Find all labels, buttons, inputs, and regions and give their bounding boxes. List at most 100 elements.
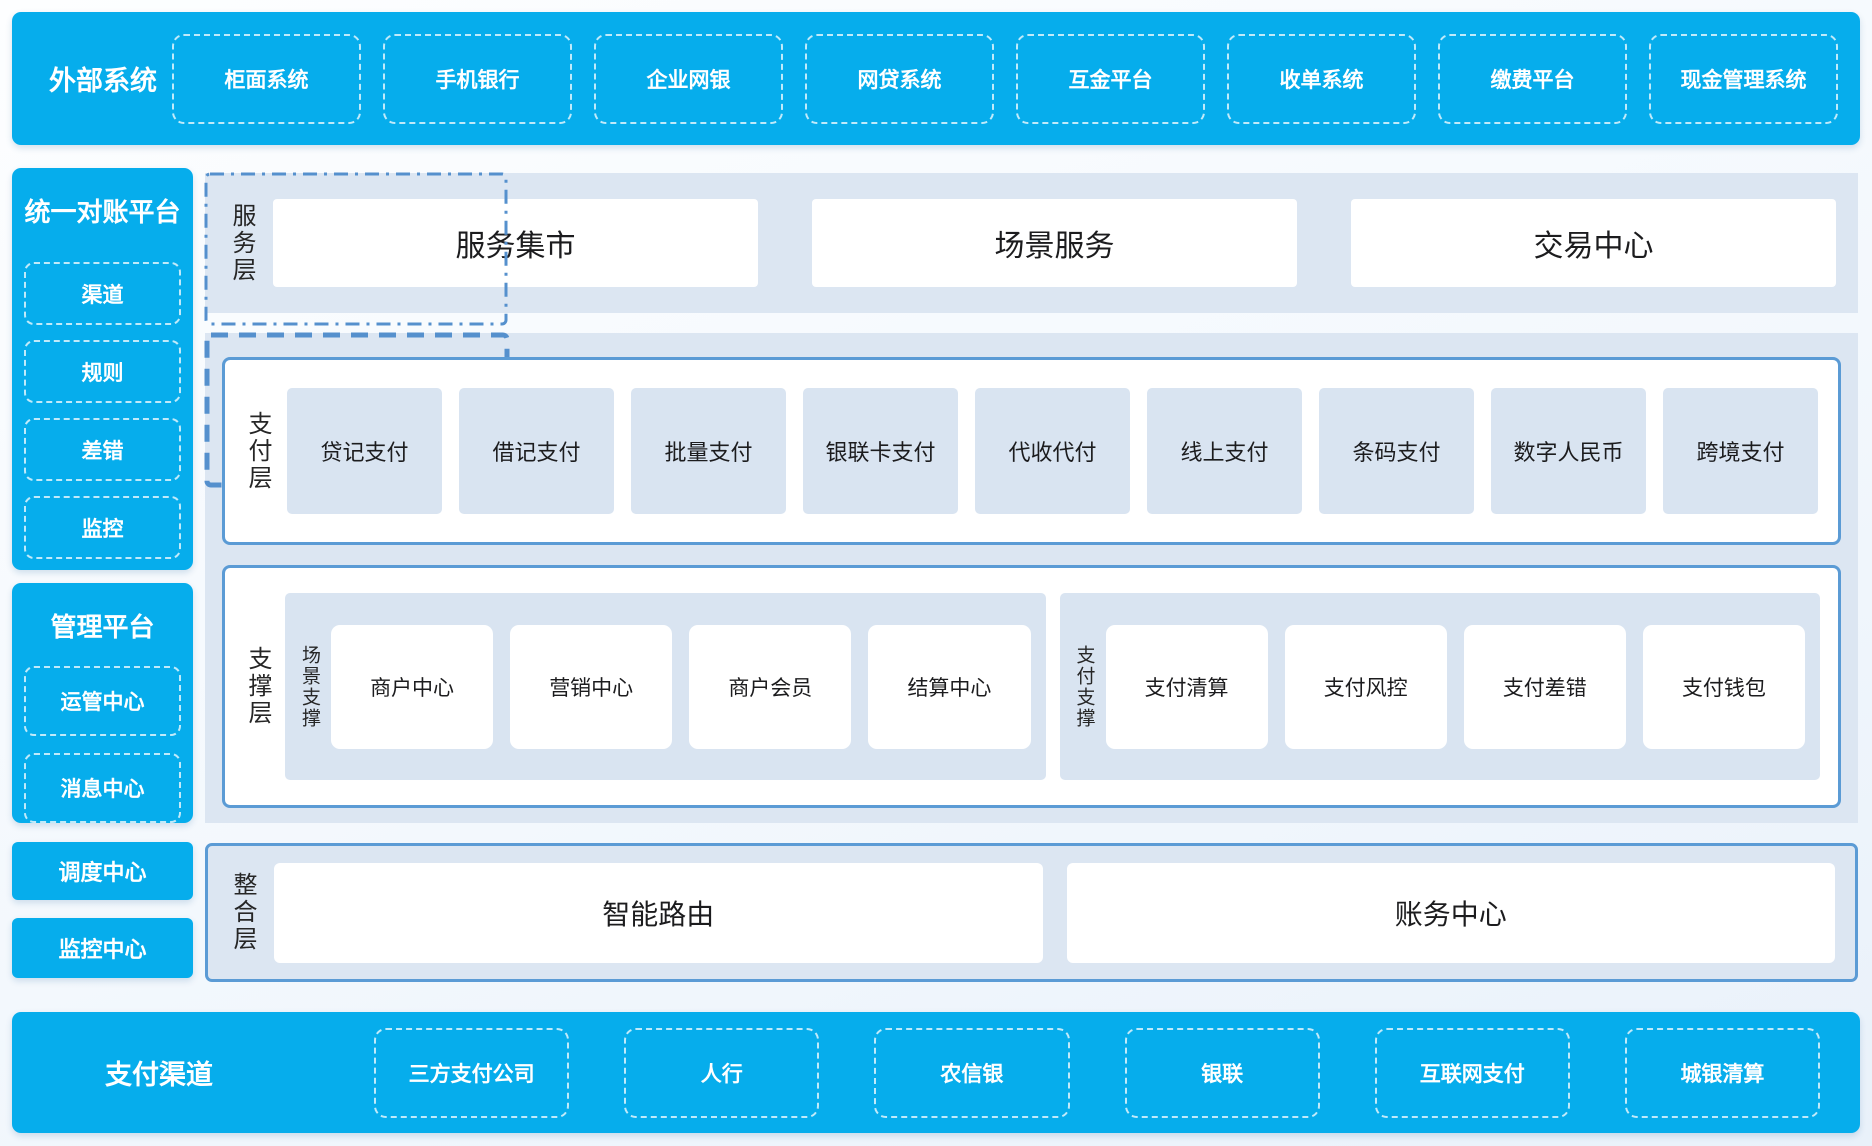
payment-channels-title: 支付渠道 xyxy=(34,1053,284,1092)
payment-node-label: 条码支付 xyxy=(1352,435,1440,467)
scene-support-items: 商户中心 营销中心 商户会员 结算中心 xyxy=(331,625,1031,749)
payment-channel-node: 人行 xyxy=(624,1028,819,1118)
reconciliation-platform-panel: 统一对账平台 渠道 规则 差错 监控 xyxy=(12,168,193,570)
payment-channel-node: 城银清算 xyxy=(1625,1028,1820,1118)
payment-channel-node-label: 农信银 xyxy=(940,1058,1003,1088)
payment-architecture-diagram: 外部系统 柜面系统 手机银行 企业网银 网贷系统 xyxy=(0,0,1872,1146)
payment-layer: 支付层 贷记支付 借记支付 批量支付 银联卡支付 xyxy=(222,357,1841,545)
external-system-node: 收单系统 xyxy=(1227,34,1416,124)
payment-node: 贷记支付 xyxy=(287,388,442,514)
external-system-node: 手机银行 xyxy=(383,34,572,124)
payment-support-label: 支付支撑 xyxy=(1075,645,1094,729)
payment-node-label: 线上支付 xyxy=(1180,435,1268,467)
payment-channel-node-label: 银联 xyxy=(1201,1058,1243,1088)
external-system-node-label: 柜面系统 xyxy=(225,64,309,94)
external-system-node-label: 缴费平台 xyxy=(1491,64,1575,94)
integration-node-label: 智能路由 xyxy=(602,893,714,933)
integration-node: 账务中心 xyxy=(1067,863,1836,963)
payment-node-label: 银联卡支付 xyxy=(825,435,935,467)
management-node: 消息中心 xyxy=(24,753,181,823)
payment-node: 条码支付 xyxy=(1319,388,1474,514)
payment-node: 银联卡支付 xyxy=(803,388,958,514)
external-system-node-label: 互金平台 xyxy=(1069,64,1153,94)
payment-node-label: 借记支付 xyxy=(492,435,580,467)
service-node: 场景服务 xyxy=(812,199,1297,287)
scene-support-node-label: 结算中心 xyxy=(907,672,991,702)
service-node: 交易中心 xyxy=(1351,199,1836,287)
payment-channel-node: 银联 xyxy=(1125,1028,1320,1118)
scene-support-node-label: 商户会员 xyxy=(728,672,812,702)
management-platform-panel: 管理平台 运管中心 消息中心 xyxy=(12,583,193,823)
payment-support-node-label: 支付风控 xyxy=(1324,672,1408,702)
external-systems-items: 柜面系统 手机银行 企业网银 网贷系统 互金平台 xyxy=(172,34,1838,124)
external-systems-title: 外部系统 xyxy=(34,59,172,98)
integration-node-label: 账务中心 xyxy=(1395,893,1507,933)
payment-support-group: 支付支撑 支付清算 支付风控 支 xyxy=(1060,593,1821,780)
external-system-node: 网贷系统 xyxy=(805,34,994,124)
support-layer: 支撑层 场景支撑 商户中心 营销中心 xyxy=(222,565,1841,808)
service-layer-label: 服务层 xyxy=(229,203,253,284)
external-system-node-label: 现金管理系统 xyxy=(1681,64,1807,94)
reconciliation-node-label: 差错 xyxy=(82,435,124,465)
scene-support-node-label: 商户中心 xyxy=(370,672,454,702)
support-layer-label: 支撑层 xyxy=(245,646,269,727)
payment-node-label: 批量支付 xyxy=(664,435,752,467)
payment-channel-node-label: 互联网支付 xyxy=(1420,1058,1525,1088)
reconciliation-node-label: 监控 xyxy=(82,513,124,543)
scene-support-node: 商户中心 xyxy=(331,625,493,749)
integration-node: 智能路由 xyxy=(274,863,1043,963)
support-groups: 场景支撑 商户中心 营销中心 商 xyxy=(285,593,1820,780)
payment-support-node: 支付清算 xyxy=(1106,625,1268,749)
payment-layer-label: 支付层 xyxy=(245,411,269,492)
reconciliation-platform-title: 统一对账平台 xyxy=(12,192,193,229)
integration-layer-items: 智能路由 账务中心 xyxy=(274,863,1835,963)
payment-channel-node-label: 三方支付公司 xyxy=(409,1058,535,1088)
reconciliation-node-label: 规则 xyxy=(82,357,124,387)
payment-core-container: 支付层 贷记支付 借记支付 批量支付 银联卡支付 xyxy=(205,333,1858,823)
payment-node-label: 跨境支付 xyxy=(1696,435,1784,467)
external-systems-bar: 外部系统 柜面系统 手机银行 企业网银 网贷系统 xyxy=(12,12,1860,145)
external-system-node-label: 网贷系统 xyxy=(858,64,942,94)
service-node: 服务集市 xyxy=(273,199,758,287)
reconciliation-node-label: 渠道 xyxy=(82,279,124,309)
reconciliation-node: 监控 xyxy=(24,496,181,559)
external-system-node-label: 收单系统 xyxy=(1280,64,1364,94)
payment-support-node: 支付差错 xyxy=(1464,625,1626,749)
payment-channels-items: 三方支付公司 人行 农信银 银联 互联网支付 城银 xyxy=(284,1028,1838,1118)
reconciliation-node: 规则 xyxy=(24,340,181,403)
payment-support-node-label: 支付差错 xyxy=(1503,672,1587,702)
payment-node: 借记支付 xyxy=(459,388,614,514)
payment-channel-node: 三方支付公司 xyxy=(374,1028,569,1118)
payment-support-node: 支付钱包 xyxy=(1643,625,1805,749)
external-system-node-label: 手机银行 xyxy=(436,64,520,94)
integration-layer-label: 整合层 xyxy=(230,872,254,953)
scheduling-center-block: 调度中心 xyxy=(12,842,193,900)
external-system-node-label: 企业网银 xyxy=(647,64,731,94)
external-system-node: 企业网银 xyxy=(594,34,783,124)
service-layer: 服务层 服务集市 场景服务 交易中心 xyxy=(205,173,1858,313)
service-node-label: 场景服务 xyxy=(995,221,1115,265)
reconciliation-platform-items: 渠道 规则 差错 监控 xyxy=(12,262,193,559)
reconciliation-node: 渠道 xyxy=(24,262,181,325)
scene-support-node: 商户会员 xyxy=(689,625,851,749)
payment-channel-node: 互联网支付 xyxy=(1375,1028,1570,1118)
payment-node: 代收代付 xyxy=(975,388,1130,514)
service-layer-items: 服务集市 场景服务 交易中心 xyxy=(273,199,1836,287)
external-system-node: 缴费平台 xyxy=(1438,34,1627,124)
payment-channel-node-label: 人行 xyxy=(701,1058,743,1088)
external-system-node: 柜面系统 xyxy=(172,34,361,124)
payment-channel-node-label: 城银清算 xyxy=(1680,1058,1764,1088)
management-platform-items: 运管中心 消息中心 xyxy=(12,666,193,823)
management-node: 运管中心 xyxy=(24,666,181,736)
management-node-label: 消息中心 xyxy=(61,773,145,803)
scene-support-node: 结算中心 xyxy=(868,625,1030,749)
reconciliation-node: 差错 xyxy=(24,418,181,481)
management-platform-title: 管理平台 xyxy=(12,607,193,644)
integration-layer: 整合层 智能路由 账务中心 xyxy=(205,843,1858,982)
payment-channels-bar: 支付渠道 三方支付公司 人行 农信银 银联 互联 xyxy=(12,1012,1860,1133)
payment-support-node: 支付风控 xyxy=(1285,625,1447,749)
monitoring-center-block: 监控中心 xyxy=(12,918,193,978)
payment-node-label: 代收代付 xyxy=(1008,435,1096,467)
payment-support-node-label: 支付清算 xyxy=(1145,672,1229,702)
service-node-label: 交易中心 xyxy=(1534,221,1654,265)
